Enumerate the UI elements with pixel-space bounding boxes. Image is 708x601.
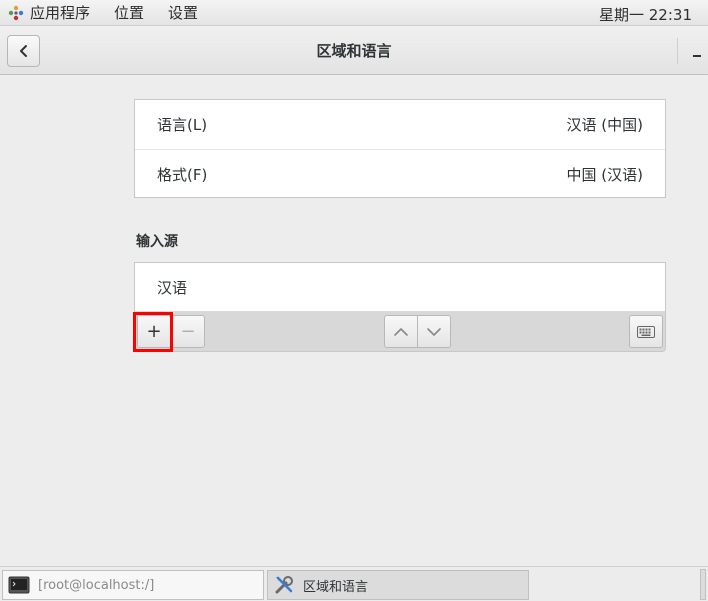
clock[interactable]: 星期一 22:31 — [599, 4, 692, 25]
keyboard-icon — [637, 325, 655, 338]
window-title: 区域和语言 — [316, 42, 392, 60]
show-keyboard-layout-button[interactable] — [629, 315, 663, 348]
chevron-down-icon — [427, 327, 441, 336]
top-panel: 应用程序 位置 设置 星期一 22:31 — [0, 0, 708, 26]
input-sources-list: 汉语 — [134, 262, 666, 312]
input-sources-toolbar: + − — [134, 311, 666, 352]
taskbar-item-region-label: 区域和语言 — [303, 579, 369, 595]
tools-icon — [275, 576, 293, 594]
input-source-item[interactable]: 汉语 — [135, 263, 665, 311]
format-value: 中国 (汉语) — [566, 165, 643, 184]
move-down-button[interactable] — [417, 315, 451, 348]
applications-menu[interactable]: 应用程序 — [30, 2, 90, 23]
settings-menu[interactable]: 设置 — [168, 2, 198, 23]
terminal-icon — [8, 576, 30, 594]
taskbar-item-terminal-label: [root@localhost:/] — [38, 577, 155, 593]
language-row[interactable]: 语言(L) 汉语 (中国) — [135, 100, 665, 149]
format-label: 格式(F) — [157, 165, 208, 184]
language-value: 汉语 (中国) — [566, 116, 643, 134]
minimize-icon[interactable] — [693, 55, 701, 57]
places-menu[interactable]: 位置 — [114, 2, 144, 23]
add-button-highlight — [133, 312, 173, 352]
language-label: 语言(L) — [157, 116, 208, 134]
format-row[interactable]: 格式(F) 中国 (汉语) — [135, 149, 665, 198]
workspace-switcher[interactable] — [700, 569, 706, 600]
taskbar-item-region[interactable]: 区域和语言 — [267, 570, 529, 600]
chevron-up-icon — [394, 327, 408, 336]
header-bar: 区域和语言 — [0, 26, 708, 75]
input-source-label: 汉语 — [157, 278, 188, 297]
taskbar-item-terminal[interactable]: [root@localhost:/] — [2, 570, 264, 600]
remove-input-source-button[interactable]: − — [171, 315, 205, 348]
language-format-list: 语言(L) 汉语 (中国) 格式(F) 中国 (汉语) — [134, 99, 666, 198]
input-sources-heading: 输入源 — [136, 234, 178, 250]
main-content: 语言(L) 汉语 (中国) 格式(F) 中国 (汉语) 输入源 汉语 + − — [0, 76, 708, 566]
taskbar: [root@localhost:/] 区域和语言 — [0, 566, 708, 601]
applications-icon[interactable] — [8, 5, 24, 21]
header-separator — [677, 38, 678, 64]
move-up-button[interactable] — [384, 315, 418, 348]
